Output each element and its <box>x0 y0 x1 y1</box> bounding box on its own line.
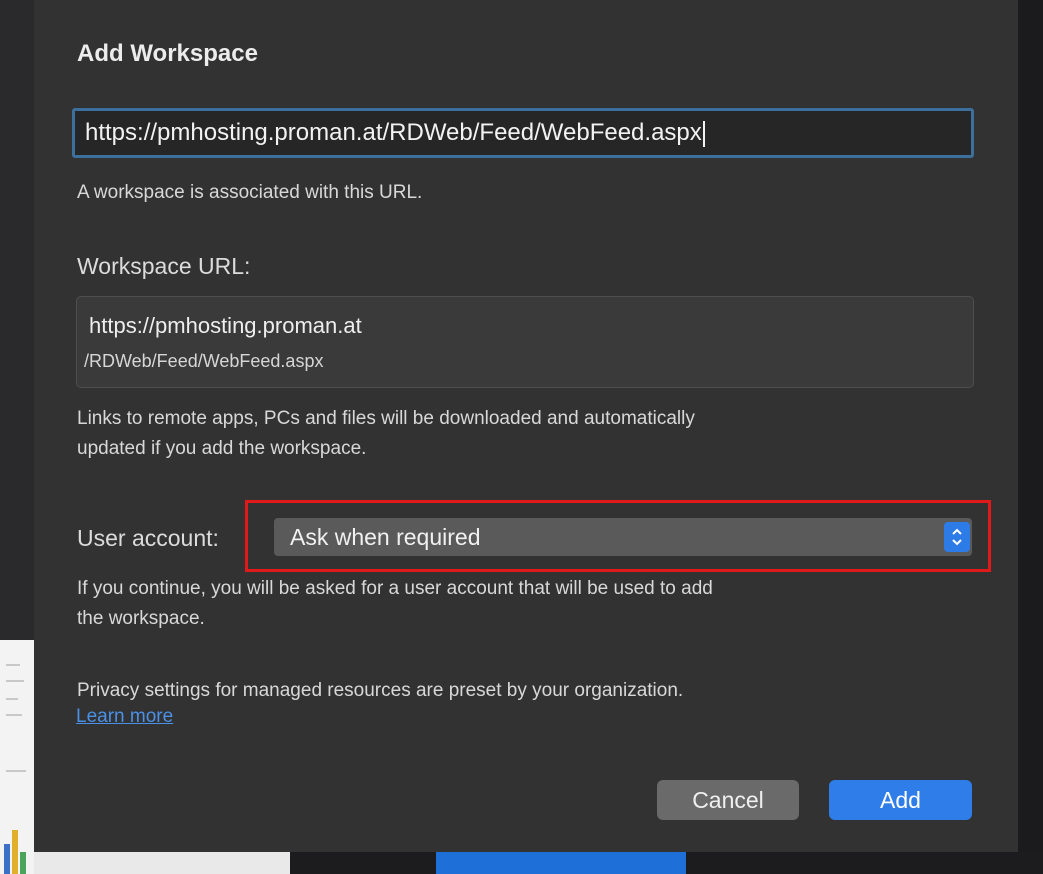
links-hint: Links to remote apps, PCs and files will… <box>77 404 695 464</box>
add-button[interactable]: Add <box>829 780 972 820</box>
annotation-highlight-box <box>245 500 991 572</box>
workspace-url-path: /RDWeb/Feed/WebFeed.aspx <box>84 351 324 371</box>
text-caret <box>702 120 705 147</box>
url-input-text: https://pmhosting.proman.at/RDWeb/Feed/W… <box>85 119 702 146</box>
background-blue-button <box>436 852 686 874</box>
workspace-url-label: Workspace URL: <box>77 253 251 279</box>
background-window-right <box>1018 0 1043 874</box>
add-workspace-dialog: Add Workspace https://pmhosting.proman.a… <box>34 0 1018 852</box>
workspace-url-input[interactable]: https://pmhosting.proman.at/RDWeb/Feed/W… <box>72 108 974 158</box>
workspace-url-host: https://pmhosting.proman.at <box>89 313 362 338</box>
url-hint: A workspace is associated with this URL. <box>77 182 423 203</box>
links-hint-line1: Links to remote apps, PCs and files will… <box>77 408 695 429</box>
dialog-title: Add Workspace <box>77 40 258 67</box>
workspace-url-display: https://pmhosting.proman.at /RDWeb/Feed/… <box>76 296 974 388</box>
continue-hint-line2: the workspace. <box>77 608 205 629</box>
user-account-label: User account: <box>77 525 219 551</box>
cancel-button[interactable]: Cancel <box>657 780 799 820</box>
background-window-bottom <box>34 852 290 874</box>
continue-hint-line1: If you continue, you will be asked for a… <box>77 578 713 599</box>
background-window-fragment <box>0 640 34 874</box>
privacy-text: Privacy settings for managed resources a… <box>77 680 684 701</box>
continue-hint: If you continue, you will be asked for a… <box>77 574 713 634</box>
screen: Add Workspace https://pmhosting.proman.a… <box>0 0 1043 874</box>
learn-more-link[interactable]: Learn more <box>76 706 173 728</box>
links-hint-line2: updated if you add the workspace. <box>77 438 367 459</box>
